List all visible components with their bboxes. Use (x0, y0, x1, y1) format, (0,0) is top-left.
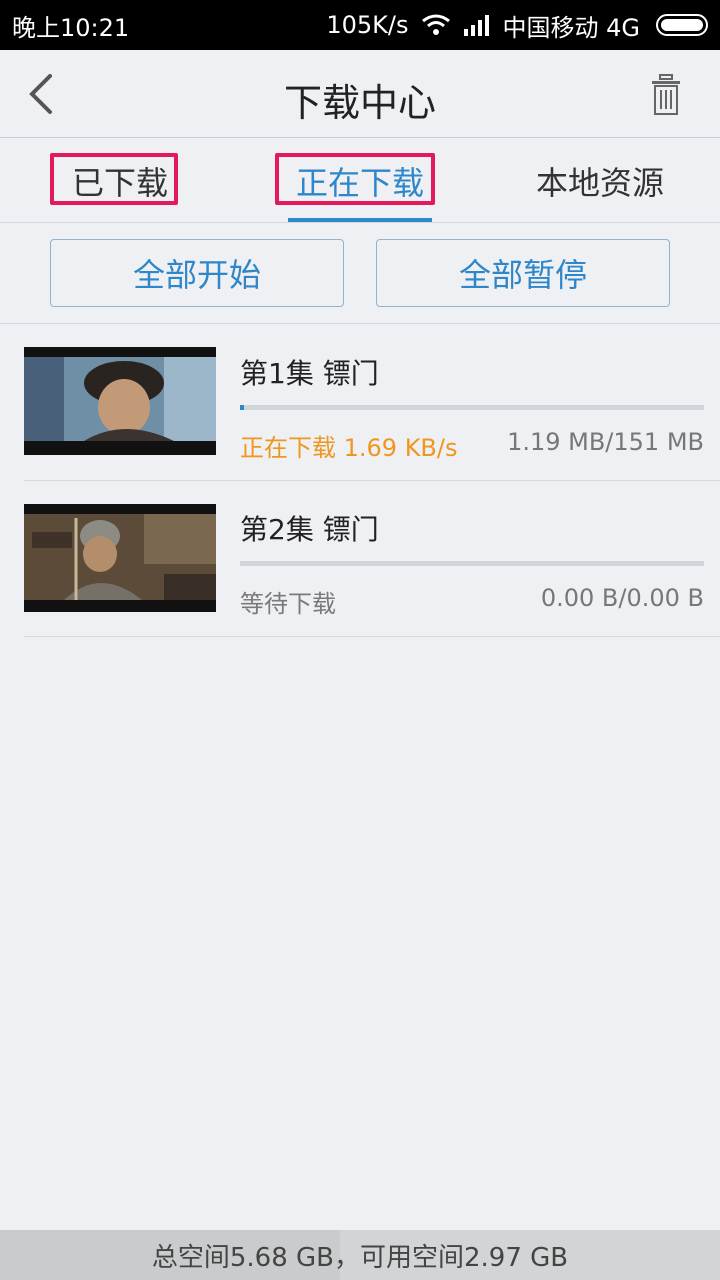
download-item[interactable]: 第1集 镖门 正在下载 1.69 KB/s 1.19 MB/151 MB (24, 324, 720, 481)
status-bar: 晚上10:21 105K/s 中国移动 4G (0, 0, 720, 50)
carrier-label: 中国移动 4G (502, 13, 641, 42)
action-row: 全部开始 全部暂停 (0, 224, 720, 324)
tab-bar: 已下载 正在下载 本地资源 (0, 139, 720, 223)
download-size: 1.19 MB/151 MB (507, 428, 704, 456)
active-tab-indicator (288, 218, 432, 222)
back-button[interactable] (20, 70, 68, 118)
download-status: 等待下载 (240, 590, 336, 618)
download-title: 第1集 镖门 (240, 357, 379, 390)
download-size: 0.00 B/0.00 B (540, 584, 704, 612)
storage-info: 总空间5.68 GB，可用空间2.97 GB (151, 1242, 569, 1273)
video-thumbnail (24, 347, 216, 455)
tab-downloading[interactable]: 正在下载 (240, 139, 480, 223)
battery-icon (656, 14, 708, 36)
signal-icon (463, 15, 489, 36)
status-right: 105K/s 中国移动 4G (326, 8, 708, 43)
storage-footer: 总空间5.68 GB，可用空间2.97 GB (0, 1230, 720, 1280)
tab-local-resources[interactable]: 本地资源 (480, 139, 720, 223)
video-thumbnail (24, 504, 216, 612)
download-progress (240, 405, 704, 410)
wifi-icon (421, 14, 450, 35)
app-header: 下载中心 (0, 50, 720, 138)
trash-icon[interactable] (648, 72, 684, 116)
start-all-button[interactable]: 全部开始 (50, 239, 344, 307)
status-time: 晚上10:21 (12, 13, 130, 42)
download-item[interactable]: 第2集 镖门 等待下载 0.00 B/0.00 B (24, 480, 720, 637)
download-title: 第2集 镖门 (240, 513, 379, 546)
tab-downloaded[interactable]: 已下载 (0, 139, 240, 223)
pause-all-button[interactable]: 全部暂停 (376, 239, 670, 307)
network-speed: 105K/s (326, 11, 409, 39)
download-progress-fill (240, 405, 244, 410)
download-progress (240, 561, 704, 566)
page-title: 下载中心 (283, 81, 436, 125)
download-status: 正在下载 1.69 KB/s (240, 434, 458, 462)
